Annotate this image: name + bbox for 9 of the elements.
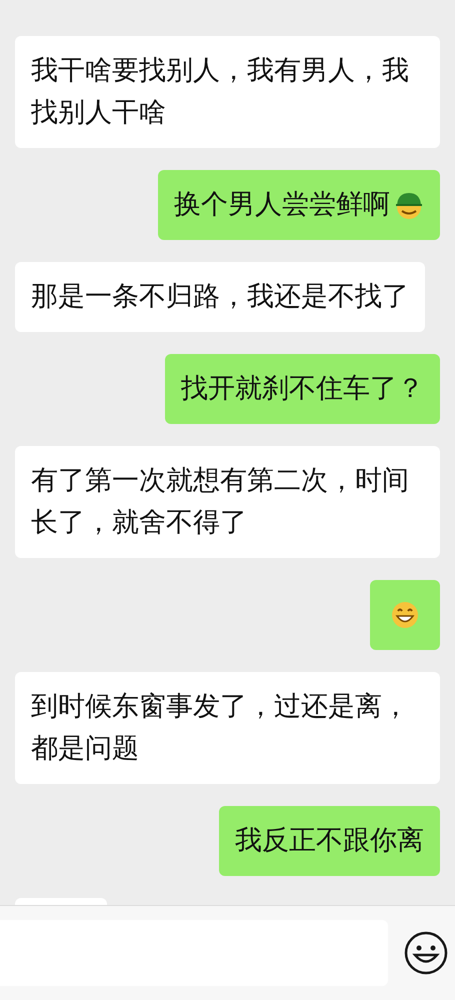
hat-face-icon bbox=[394, 190, 424, 220]
grinning-face-icon bbox=[390, 600, 420, 630]
message-text: 找开就刹不住车了？ bbox=[181, 372, 424, 406]
message-text: 到时候东窗事发了，过还是离，都是问题 bbox=[31, 690, 410, 766]
message-text: 我反正不跟你离 bbox=[235, 824, 424, 858]
message-text: 那是一条不归路，我还是不找了 bbox=[31, 280, 409, 314]
message-text: 换个男人尝尝鲜啊 bbox=[174, 188, 390, 222]
message-text: 有了第一次就想有第二次，时间长了，就舍不得了 bbox=[31, 464, 410, 540]
message-text: 我干啥要找别人，我有男人，我找别人干啥 bbox=[31, 54, 410, 130]
